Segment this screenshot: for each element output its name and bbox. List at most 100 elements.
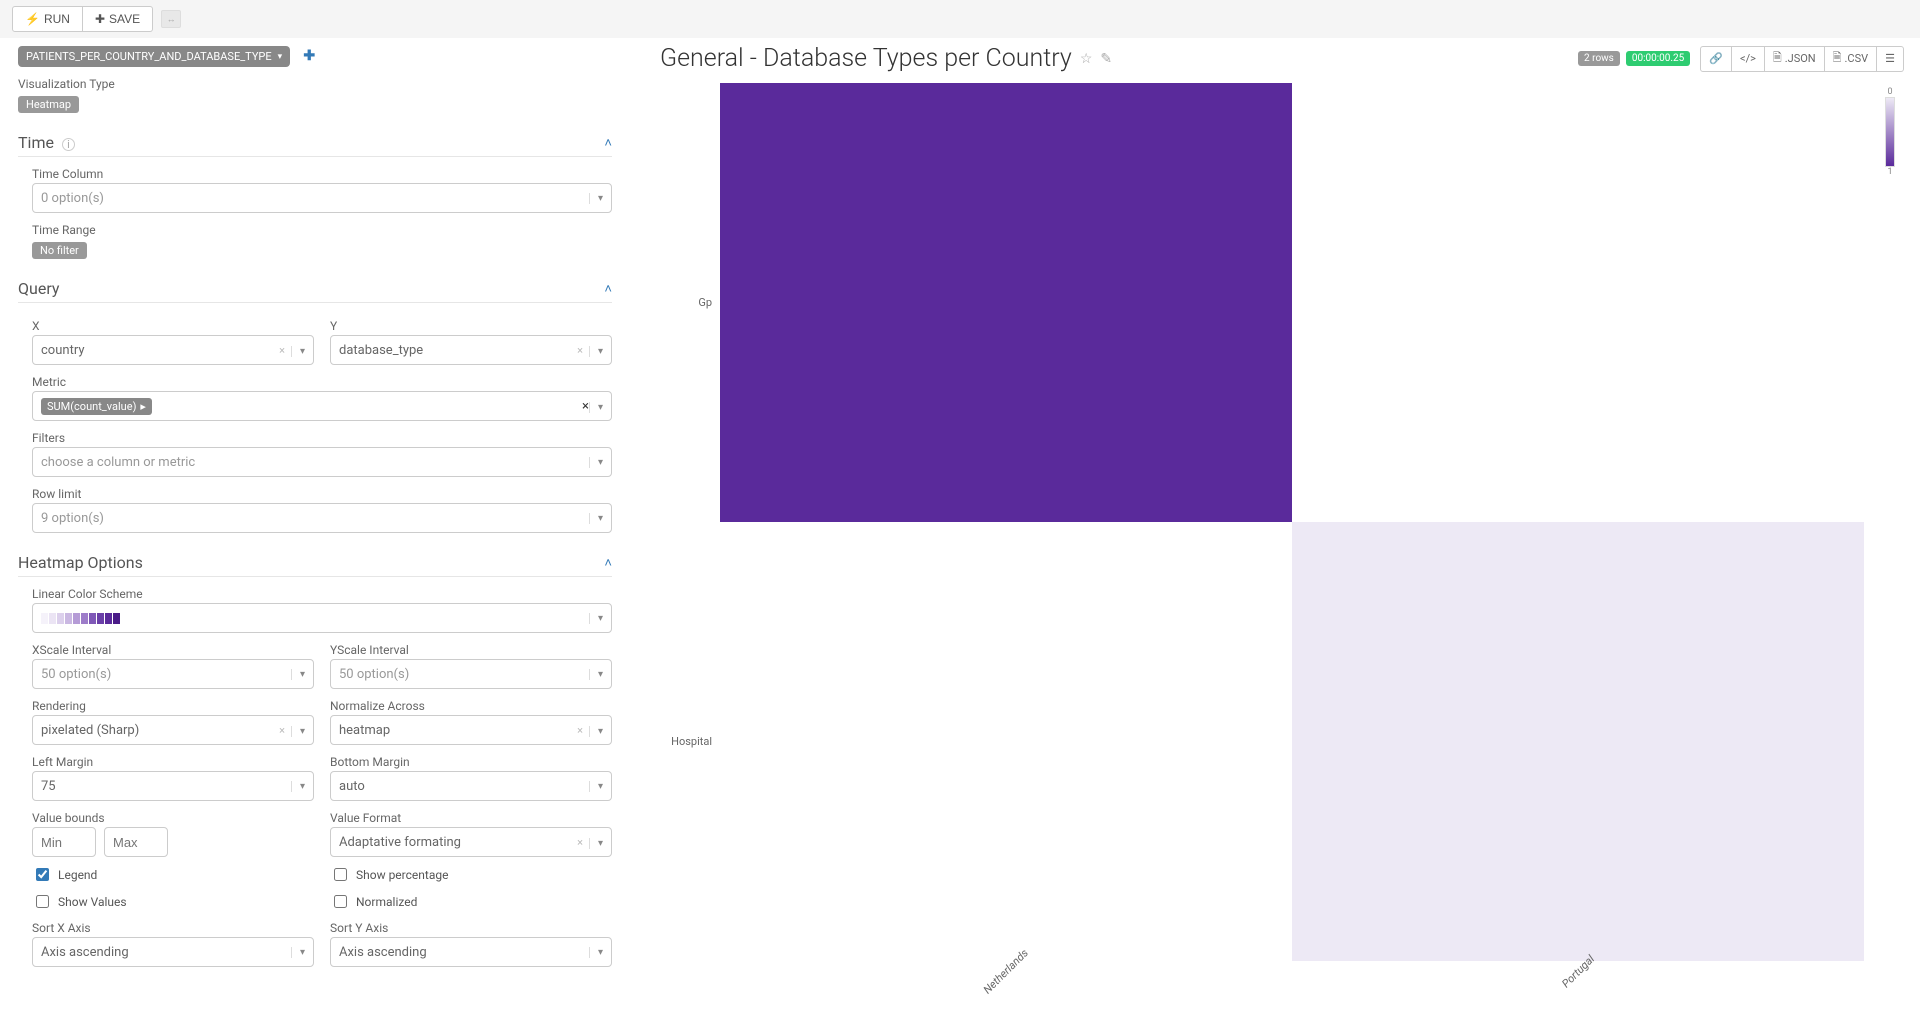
section-query[interactable]: Query ˄ xyxy=(18,279,612,303)
x-axis: Netherlands Portugal xyxy=(660,961,1904,1011)
edit-icon[interactable]: ✎ xyxy=(1100,51,1112,67)
clear-icon[interactable]: × xyxy=(582,399,589,414)
section-query-title: Query xyxy=(18,279,59,298)
heatmap-cell xyxy=(720,522,1292,961)
normalize-value: heatmap xyxy=(339,723,390,738)
datasource-row: PATIENTS_PER_COUNTRY_AND_DATABASE_TYPE ▾… xyxy=(18,46,612,67)
info-icon: i xyxy=(62,138,75,151)
star-icon[interactable]: ☆ xyxy=(1080,51,1093,67)
sorty-label: Sort Y Axis xyxy=(330,921,612,935)
section-time[interactable]: Time i ˄ xyxy=(18,133,612,157)
y-axis: Gp Hospital xyxy=(660,83,720,961)
valueformat-select[interactable]: Adaptative formating ×▾ xyxy=(330,827,612,857)
embed-button[interactable]: </> xyxy=(1732,46,1765,72)
chevron-down-icon: ▾ xyxy=(589,193,603,204)
viz-type-pill[interactable]: Heatmap xyxy=(18,96,79,113)
filters-select[interactable]: choose a column or metric ▾ xyxy=(32,447,612,477)
showvals-checkbox[interactable]: Show Values xyxy=(32,892,314,911)
json-label: .JSON xyxy=(1785,52,1816,65)
menu-button[interactable]: ☰ xyxy=(1877,46,1904,72)
chevron-down-icon: ▾ xyxy=(589,346,603,357)
file-icon: 🗎 xyxy=(1833,49,1842,68)
leftmargin-value: 75 xyxy=(41,779,56,794)
chart-panel: General - Database Types per Country ☆ ✎… xyxy=(630,38,1920,1027)
chevron-down-icon: ▾ xyxy=(278,52,283,62)
legend-gradient xyxy=(1885,97,1895,167)
legend-max: 1 xyxy=(1887,167,1892,177)
resize-toggle-icon[interactable]: ↔ xyxy=(161,10,181,28)
showpct-checkbox[interactable]: Show percentage xyxy=(330,865,612,884)
valuebounds-label: Value bounds xyxy=(32,811,314,825)
yscale-value: 50 option(s) xyxy=(339,667,409,682)
datasource-name: PATIENTS_PER_COUNTRY_AND_DATABASE_TYPE xyxy=(26,50,272,63)
clear-icon[interactable]: × xyxy=(577,724,583,737)
x-label-1: Portugal xyxy=(1292,961,1864,1011)
metric-value: SUM(count_value) xyxy=(47,400,136,413)
clear-icon[interactable]: × xyxy=(577,344,583,357)
sorty-value: Axis ascending xyxy=(339,945,427,960)
leftmargin-select[interactable]: 75 ▾ xyxy=(32,771,314,801)
rowlimit-label: Row limit xyxy=(32,487,612,501)
yscale-select[interactable]: 50 option(s) ▾ xyxy=(330,659,612,689)
add-datasource-icon[interactable]: ✚ xyxy=(303,48,315,64)
chevron-down-icon: ▾ xyxy=(291,947,305,958)
sortx-select[interactable]: Axis ascending ▾ xyxy=(32,937,314,967)
yscale-label: YScale Interval xyxy=(330,643,612,657)
rows-badge: 2 rows xyxy=(1578,51,1620,66)
xscale-select[interactable]: 50 option(s) ▾ xyxy=(32,659,314,689)
section-heatmap-title: Heatmap Options xyxy=(18,553,143,572)
save-button[interactable]: ✚ SAVE xyxy=(83,6,153,32)
x-label: X xyxy=(32,319,314,333)
y-label: Y xyxy=(330,319,612,333)
section-heatmap[interactable]: Heatmap Options ˄ xyxy=(18,553,612,577)
clear-icon[interactable]: × xyxy=(279,344,285,357)
chevron-up-icon[interactable]: ˄ xyxy=(604,555,612,571)
sorty-select[interactable]: Axis ascending ▾ xyxy=(330,937,612,967)
filters-label: Filters xyxy=(32,431,612,445)
link-icon: 🔗 xyxy=(1709,52,1723,65)
chevron-down-icon: ▾ xyxy=(291,726,305,737)
chevron-right-icon: ▸ xyxy=(140,400,146,413)
colorscheme-select[interactable]: ▾ xyxy=(32,603,612,633)
sortx-value: Axis ascending xyxy=(41,945,129,960)
rendering-select[interactable]: pixelated (Sharp) ×▾ xyxy=(32,715,314,745)
valueformat-label: Value Format xyxy=(330,811,612,825)
time-column-value: 0 option(s) xyxy=(41,191,104,206)
normalize-label: Normalize Across xyxy=(330,699,612,713)
y-label-0: Gp xyxy=(660,83,720,522)
chevron-down-icon: ▾ xyxy=(589,402,603,413)
metric-select[interactable]: SUM(count_value) ▸ ×▾ xyxy=(32,391,612,421)
leftmargin-label: Left Margin xyxy=(32,755,314,769)
save-label: SAVE xyxy=(109,12,140,26)
code-icon: </> xyxy=(1740,52,1756,65)
csv-button[interactable]: 🗎.CSV xyxy=(1825,46,1877,72)
x-select[interactable]: country ×▾ xyxy=(32,335,314,365)
clear-icon[interactable]: × xyxy=(577,836,583,849)
chevron-up-icon[interactable]: ˄ xyxy=(604,135,612,151)
datasource-pill[interactable]: PATIENTS_PER_COUNTRY_AND_DATABASE_TYPE ▾ xyxy=(18,46,290,67)
time-range-pill[interactable]: No filter xyxy=(32,242,87,259)
chevron-down-icon: ▾ xyxy=(589,838,603,849)
chevron-down-icon: ▾ xyxy=(589,726,603,737)
y-select[interactable]: database_type ×▾ xyxy=(330,335,612,365)
link-button[interactable]: 🔗 xyxy=(1700,46,1732,72)
clear-icon[interactable]: × xyxy=(279,724,285,737)
showpct-label: Show percentage xyxy=(356,868,448,882)
legend-checkbox[interactable]: Legend xyxy=(32,865,314,884)
color-swatches xyxy=(41,608,120,629)
legend-min: 0 xyxy=(1887,87,1892,97)
rowlimit-select[interactable]: 9 option(s) ▾ xyxy=(32,503,612,533)
bottommargin-value: auto xyxy=(339,779,365,794)
min-input[interactable] xyxy=(32,827,96,857)
json-button[interactable]: 🗎.JSON xyxy=(1765,46,1825,72)
max-input[interactable] xyxy=(104,827,168,857)
time-column-label: Time Column xyxy=(32,167,612,181)
chevron-up-icon[interactable]: ˄ xyxy=(604,281,612,297)
bottommargin-select[interactable]: auto ▾ xyxy=(330,771,612,801)
normalize-select[interactable]: heatmap × ▾ xyxy=(330,715,612,745)
run-button[interactable]: ⚡ RUN xyxy=(12,6,83,32)
normalized-checkbox[interactable]: Normalized xyxy=(330,892,612,911)
time-badge: 00:00:00.25 xyxy=(1626,51,1690,66)
time-column-select[interactable]: 0 option(s) ▾ xyxy=(32,183,612,213)
showvals-label: Show Values xyxy=(58,895,127,909)
